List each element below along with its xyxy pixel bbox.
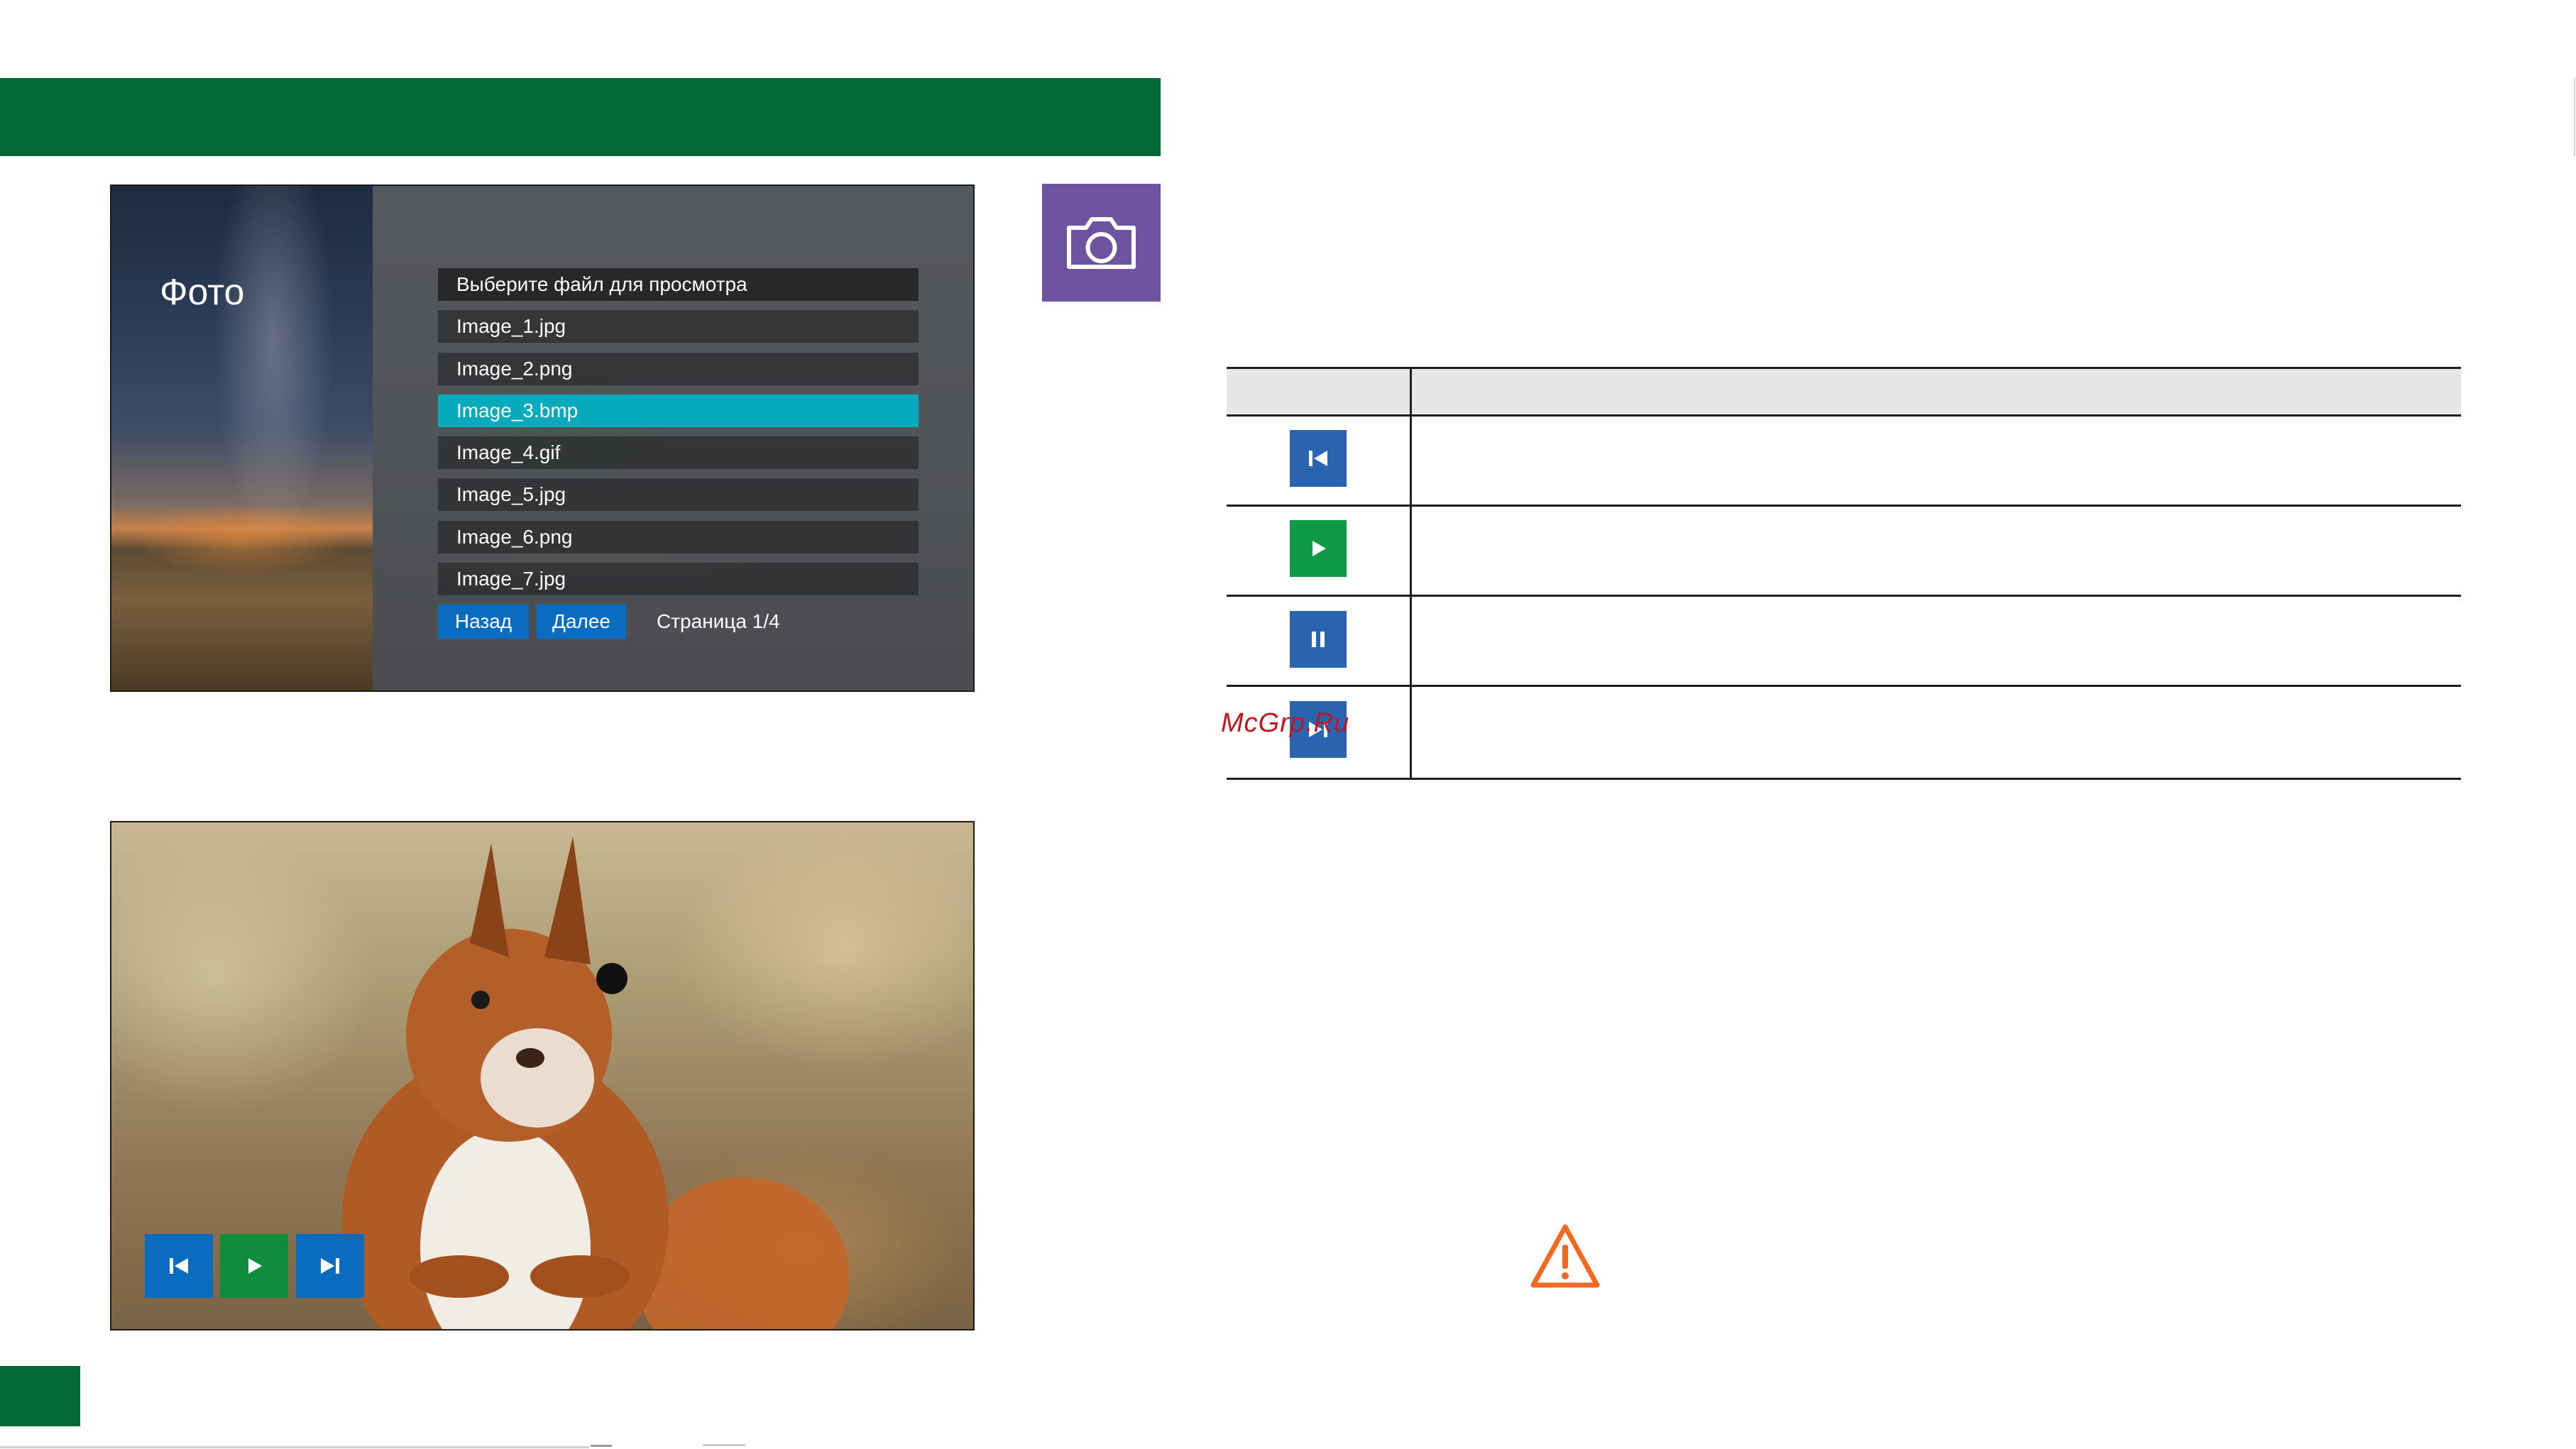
file-item[interactable]: Image_2.png xyxy=(438,353,919,385)
next-page-button[interactable]: Далее xyxy=(537,605,626,639)
table-row-previous xyxy=(1290,430,1347,487)
file-item-selected[interactable]: Image_3.bmp xyxy=(438,395,919,427)
camera-mode-tile xyxy=(1042,184,1161,302)
play-icon xyxy=(248,1258,262,1274)
next-icon xyxy=(321,1258,339,1274)
page-number-tab xyxy=(0,1366,80,1426)
previous-icon xyxy=(170,1258,188,1274)
menu-title: Фото xyxy=(160,272,245,313)
file-item[interactable]: Image_4.gif xyxy=(438,436,919,469)
page-edge-mark xyxy=(2574,78,2575,156)
table-row-play xyxy=(1290,520,1347,577)
file-item[interactable]: Image_6.png xyxy=(438,521,919,553)
camera-icon xyxy=(1067,217,1136,269)
photo-menu-screenshot: Фото Выберите файл для просмотра Image_1… xyxy=(110,184,975,692)
control-buttons-table xyxy=(1227,367,2461,780)
table-column-divider xyxy=(1410,367,1412,780)
play-button[interactable] xyxy=(220,1234,288,1298)
footer-rule xyxy=(0,1446,589,1448)
watermark: McGrp.Ru xyxy=(1221,708,1350,738)
footer-mark xyxy=(703,1444,745,1446)
back-button[interactable]: Назад xyxy=(438,605,529,639)
file-item[interactable]: Image_7.jpg xyxy=(438,563,919,595)
section-header-band xyxy=(0,78,1161,156)
warning-icon xyxy=(1530,1224,1600,1288)
pause-icon xyxy=(1312,632,1325,647)
play-icon xyxy=(1312,541,1326,556)
page-indicator: Страница 1/4 xyxy=(657,610,780,632)
photo-viewer-screenshot xyxy=(110,821,975,1330)
background-night-sky-image xyxy=(111,186,373,690)
footer-mark xyxy=(591,1445,612,1447)
previous-icon xyxy=(1309,451,1327,466)
next-button[interactable] xyxy=(296,1234,364,1298)
previous-button[interactable] xyxy=(145,1234,213,1298)
file-item[interactable]: Image_1.jpg xyxy=(438,310,919,343)
table-row-pause xyxy=(1290,611,1347,668)
file-item[interactable]: Image_5.jpg xyxy=(438,478,919,511)
file-list-header: Выберите файл для просмотра xyxy=(438,268,919,301)
